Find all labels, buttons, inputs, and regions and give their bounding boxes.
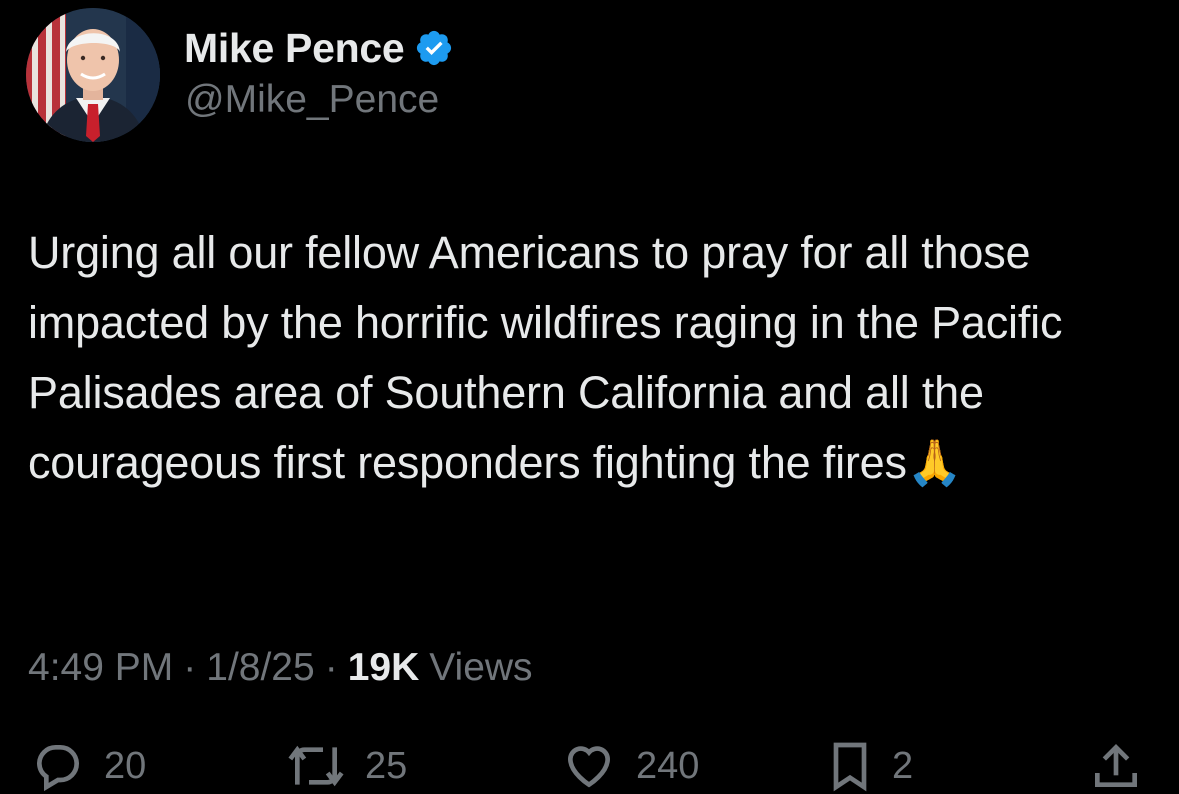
share-icon [1088,738,1144,794]
repost-icon [285,738,347,794]
reply-count: 20 [104,744,147,787]
bookmark-icon [826,738,874,794]
tweet-time[interactable]: 4:49 PM [28,646,173,690]
bookmark-count: 2 [892,744,914,787]
verified-badge-icon [414,28,454,68]
reply-button[interactable]: 20 [30,738,146,794]
repost-button[interactable]: 25 [285,738,407,794]
author-handle[interactable]: @Mike_Pence [185,78,439,122]
reply-icon [30,738,86,794]
views-count[interactable]: 19K [348,646,420,690]
author-display-name[interactable]: Mike Pence [184,25,405,72]
tweet[interactable]: Mike Pence @Mike_Pence Urging all our fe… [0,0,1179,792]
repost-count: 25 [365,744,408,787]
avatar[interactable] [26,8,160,142]
tweet-text: Urging all our fellow Americans to pray … [28,227,1063,488]
like-button[interactable]: 240 [560,738,699,794]
tweet-meta: 4:49 PM · 1/8/25 · 19K Views [28,640,533,696]
tweet-date[interactable]: 1/8/25 [206,646,314,690]
views-label: Views [429,646,533,689]
meta-separator: · [324,646,338,689]
tweet-actions: 20 25 240 2 [0,728,1179,792]
heart-icon [560,738,618,794]
meta-separator: · [183,646,197,689]
author-name-row[interactable]: Mike Pence [184,22,454,74]
share-button[interactable] [1088,738,1144,794]
bookmark-button[interactable]: 2 [826,738,913,794]
like-count: 240 [636,744,700,787]
